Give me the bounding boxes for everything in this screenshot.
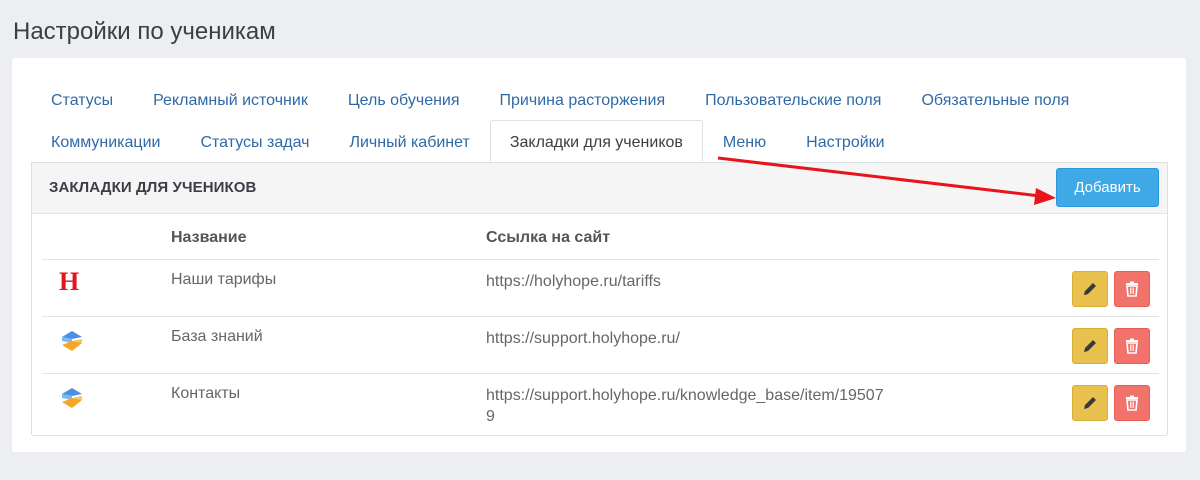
support-knowledge-icon <box>62 330 82 351</box>
tab-bar: Статусы Рекламный источник Цель обучения… <box>31 78 1171 162</box>
tab-custom-fields[interactable]: Пользовательские поля <box>685 78 901 120</box>
bookmark-url: https://holyhope.ru/tariffs <box>486 259 906 317</box>
tab-ad-source[interactable]: Рекламный источник <box>133 78 328 120</box>
settings-card: Статусы Рекламный источник Цель обучения… <box>12 58 1186 452</box>
tab-communications[interactable]: Коммуникации <box>31 120 180 162</box>
trash-icon <box>1126 338 1138 354</box>
tab-student-bookmarks[interactable]: Закладки для учеников <box>489 120 703 162</box>
bookmark-name: Наши тарифы <box>171 259 486 317</box>
column-header-url: Ссылка на сайт <box>486 214 906 260</box>
tab-settings[interactable]: Настройки <box>786 120 904 162</box>
tab-required-fields[interactable]: Обязательные поля <box>901 78 1089 120</box>
tab-personal-account[interactable]: Личный кабинет <box>329 120 489 162</box>
tab-row-1: Статусы Рекламный источник Цель обучения… <box>31 78 1171 120</box>
panel-title: Закладки для учеников <box>49 179 257 196</box>
delete-button[interactable] <box>1114 270 1150 307</box>
support-knowledge-icon <box>62 387 82 408</box>
bookmark-url: https://support.holyhope.ru/knowledge_ba… <box>486 386 884 425</box>
tab-termination-reason[interactable]: Причина расторжения <box>480 78 686 120</box>
table-row: H Наши тарифы https://holyhope.ru/tariff… <box>42 259 1159 317</box>
holyhope-h-logo-icon: H <box>59 266 80 296</box>
pencil-icon <box>1084 282 1096 295</box>
tab-learning-goal[interactable]: Цель обучения <box>328 78 480 120</box>
bookmark-name: База знаний <box>171 316 486 374</box>
add-button[interactable]: Добавить <box>1056 168 1159 207</box>
tab-row-2: Коммуникации Статусы задач Личный кабине… <box>31 120 1171 162</box>
page-title: Настройки по ученикам <box>13 18 276 45</box>
edit-button[interactable] <box>1072 384 1108 421</box>
column-header-actions <box>906 214 1159 260</box>
delete-button[interactable] <box>1114 327 1150 364</box>
bookmarks-panel: Закладки для учеников Добавить Название … <box>31 162 1168 436</box>
trash-icon <box>1126 281 1138 297</box>
bookmark-name: Контакты <box>171 384 241 402</box>
tab-menu[interactable]: Меню <box>703 120 786 162</box>
trash-icon <box>1126 395 1138 411</box>
table-header-row: Название Ссылка на сайт <box>42 214 1159 260</box>
table-row: База знаний https://support.holyhope.ru/ <box>42 316 1159 374</box>
column-header-icon <box>42 214 171 260</box>
delete-button[interactable] <box>1114 384 1150 421</box>
tab-statuses[interactable]: Статусы <box>31 78 133 120</box>
bookmarks-table: Название Ссылка на сайт H Наши тарифы ht… <box>42 214 1159 435</box>
panel-header: Закладки для учеников Добавить <box>32 163 1167 214</box>
edit-button[interactable] <box>1072 327 1108 364</box>
pencil-icon <box>1084 396 1096 409</box>
column-header-name: Название <box>171 214 486 260</box>
edit-button[interactable] <box>1072 270 1108 307</box>
tab-task-statuses[interactable]: Статусы задач <box>180 120 329 162</box>
bookmark-url: https://support.holyhope.ru/ <box>486 316 906 374</box>
table-row: Контакты https://support.holyhope.ru/kno… <box>42 373 1159 435</box>
pencil-icon <box>1084 339 1096 352</box>
